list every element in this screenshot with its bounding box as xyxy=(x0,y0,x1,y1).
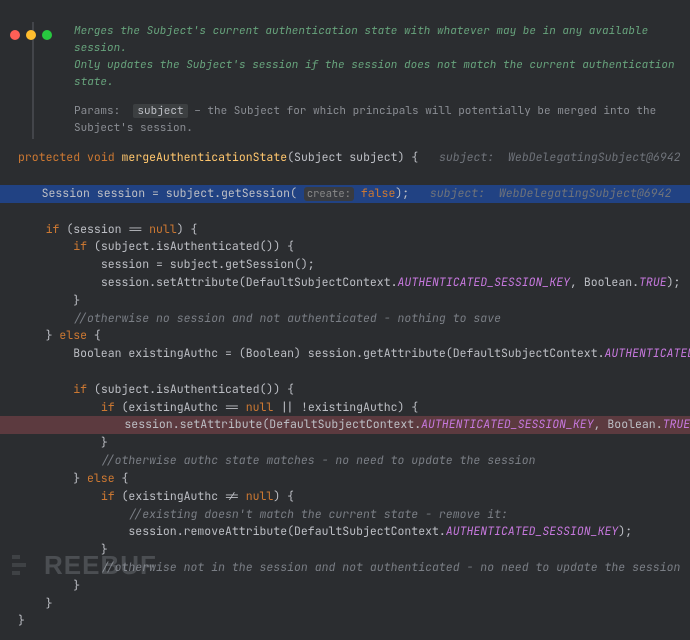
code-line[interactable]: } xyxy=(14,434,676,452)
javadoc-param-name: subject xyxy=(133,104,187,118)
code-line[interactable]: //existing doesn't match the current sta… xyxy=(14,506,676,524)
watermark-text: REEBUF xyxy=(44,550,157,581)
code-line[interactable] xyxy=(14,167,676,185)
code-line[interactable]: } else { xyxy=(14,470,676,488)
window-controls xyxy=(10,30,52,40)
javadoc-line: Merges the Subject's current authenticat… xyxy=(74,23,680,57)
code-line[interactable]: if (existingAuthc == null || !existingAu… xyxy=(14,399,676,417)
code-line[interactable]: protected void mergeAuthenticationState(… xyxy=(14,149,676,167)
code-line[interactable] xyxy=(14,363,676,381)
code-line[interactable]: if (existingAuthc != null) { xyxy=(14,488,676,506)
code-line[interactable]: session.setAttribute(DefaultSubjectConte… xyxy=(14,274,676,292)
code-line[interactable] xyxy=(14,203,676,221)
code-line[interactable]: if (subject.isAuthenticated()) { xyxy=(14,381,676,399)
maximize-icon[interactable] xyxy=(42,30,52,40)
code-line[interactable]: //otherwise authc state matches - no nee… xyxy=(14,452,676,470)
code-line[interactable]: Boolean existingAuthc = (Boolean) sessio… xyxy=(14,345,676,363)
code-line[interactable]: session.removeAttribute(DefaultSubjectCo… xyxy=(14,523,676,541)
javadoc-line: Only updates the Subject's session if th… xyxy=(74,57,680,91)
javadoc-params-label: Params: subject – the Subject for which … xyxy=(74,103,680,137)
highlighted-line[interactable]: Session session = subject.getSession( cr… xyxy=(0,185,690,203)
code-line[interactable]: } xyxy=(14,612,676,630)
code-line[interactable]: } xyxy=(14,292,676,310)
code-line[interactable]: session = subject.getSession(); xyxy=(14,256,676,274)
code-line[interactable]: } xyxy=(14,595,676,613)
code-line[interactable]: if (subject.isAuthenticated()) { xyxy=(14,238,676,256)
watermark: REEBUF xyxy=(10,550,157,581)
minimize-icon[interactable] xyxy=(26,30,36,40)
javadoc-block: Merges the Subject's current authenticat… xyxy=(32,22,690,139)
code-line[interactable]: if (session == null) { xyxy=(14,221,676,239)
code-line[interactable]: //otherwise no session and not authentic… xyxy=(14,310,676,328)
close-icon[interactable] xyxy=(10,30,20,40)
logo-icon xyxy=(10,551,40,581)
highlighted-line[interactable]: session.setAttribute(DefaultSubjectConte… xyxy=(0,416,690,434)
code-line[interactable]: } else { xyxy=(14,327,676,345)
